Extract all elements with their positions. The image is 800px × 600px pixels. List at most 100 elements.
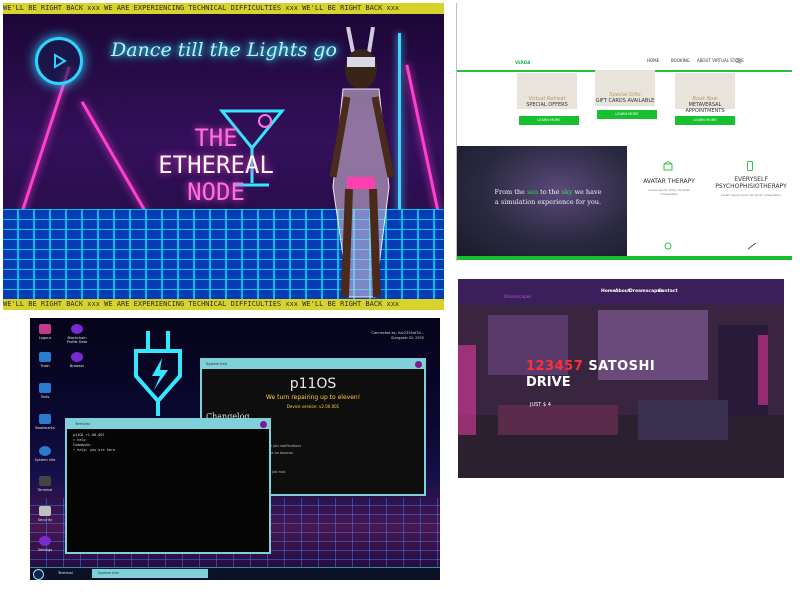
room-illustration xyxy=(458,305,784,478)
desktop-icon-bookmarks[interactable]: Bookmarks xyxy=(30,414,60,430)
connection-status: Connected as: 0xc2350af7b... Stargazer I… xyxy=(372,331,424,341)
window-title: System Info xyxy=(206,362,227,366)
hero-number: 123457 xyxy=(526,359,584,374)
nav-home[interactable]: HOME xyxy=(647,58,659,63)
hero-word: SATOSHI xyxy=(588,359,656,374)
start-button[interactable] xyxy=(33,569,44,580)
desktop-icon-terminal[interactable]: Terminal xyxy=(30,476,60,492)
terminal-line: • help: you are here xyxy=(73,448,116,452)
desktop-icon-security[interactable]: Security xyxy=(30,506,60,522)
search-icon[interactable] xyxy=(735,58,741,64)
os-name: p11OS xyxy=(289,376,337,392)
phone-icon xyxy=(747,161,753,171)
chrome-icon xyxy=(71,352,83,362)
play-button[interactable] xyxy=(35,37,83,85)
price-label: JUST $ 4 xyxy=(530,402,551,408)
sign-line-3: NODE xyxy=(187,178,245,206)
offer-card-label: SPECIAL OFFERS xyxy=(526,102,568,108)
learn-more-button[interactable]: LEARN MORE xyxy=(597,110,657,119)
desktop-icon-label: Trash xyxy=(40,364,50,368)
neon-beam xyxy=(80,100,149,216)
terminal-output[interactable]: p11OS >1.00.001 > help Commands: • help:… xyxy=(67,429,269,457)
desktop-icon-system-info[interactable]: System Info xyxy=(30,446,60,462)
desktop-icon-label: Logout xyxy=(39,336,51,340)
telescope-icon xyxy=(747,242,757,250)
desktop-icon-settings[interactable]: Settings xyxy=(30,536,60,552)
taskbar: Terminal System Info xyxy=(30,567,440,580)
offer-card-text: Virtual Retreat SPECIAL OFFERS xyxy=(512,96,582,108)
ethereal-node-panel: WE'LL BE RIGHT BACK xxx WE ARE EXPERIENC… xyxy=(3,3,444,310)
desktop-icon-logout[interactable]: Logout xyxy=(30,324,60,340)
gift-card-text: Special Gifts GIFT CARDS AVAILABLE xyxy=(590,92,660,104)
space-text-part: From the xyxy=(494,188,525,196)
space-text-highlight: sky xyxy=(561,188,573,196)
desktop-icon-label: Security xyxy=(37,518,53,522)
nav-about[interactable]: About xyxy=(615,289,630,294)
trash-icon xyxy=(39,352,51,362)
terminal-icon xyxy=(39,476,51,486)
lightning-plug-icon xyxy=(134,331,182,416)
desktop-icon-label: System Info xyxy=(34,458,56,462)
feature-desc: Lorem ipsum dolor sit amet consectetur xyxy=(720,193,782,197)
desktop-icon-label: Blockchain Profile Data xyxy=(66,336,88,344)
desktop-icon-label: Settings xyxy=(37,548,53,552)
window-titlebar[interactable]: Terminal xyxy=(67,420,269,429)
sign-line-1: THE xyxy=(194,124,238,152)
satoshi-drive-panel: Dreamscapes Home About Dreamscapes Conta… xyxy=(458,279,784,478)
learn-more-button[interactable]: LEARN MORE xyxy=(675,116,735,125)
desktop-icon-label: Terminal xyxy=(37,488,53,492)
feature-title: EVERYSELF PSYCHOPHISIOTHERAPY xyxy=(715,176,787,190)
folder-icon xyxy=(39,414,51,424)
taskbar-system-info[interactable]: System Info xyxy=(92,569,208,578)
os-version: Device version: v2.00.001 xyxy=(286,404,340,409)
nav-booking[interactable]: BOOKING xyxy=(671,58,690,63)
hero-subtitle-line: DRIVE xyxy=(526,375,571,390)
window-titlebar[interactable]: System Info xyxy=(202,360,424,369)
changelog-line: all job notifications xyxy=(268,444,302,448)
desktop-icon-label: Browser xyxy=(69,364,85,368)
ticker-bottom: WE'LL BE RIGHT BACK xxx WE ARE EXPERIENC… xyxy=(3,299,444,310)
logout-icon xyxy=(39,324,51,334)
feature-title: AVATAR THERAPY xyxy=(643,178,695,185)
desktop-icon-browser[interactable]: Browser xyxy=(62,352,92,368)
nav-contact[interactable]: Contact xyxy=(658,289,678,294)
stargazer-id: Stargazer ID: 2935 xyxy=(391,336,424,340)
play-icon xyxy=(54,53,67,69)
taskbar-terminal[interactable]: Terminal xyxy=(52,569,96,578)
chrome-icon xyxy=(71,324,83,334)
space-text-part: to the xyxy=(540,188,560,196)
sign-line-2: ETHEREAL xyxy=(158,151,274,179)
close-icon[interactable] xyxy=(415,361,422,368)
ethereal-node-sign: THE ETHEREAL NODE xyxy=(141,125,291,206)
gear-icon xyxy=(39,536,51,546)
hero-title: 123457 SATOSHI xyxy=(526,359,655,374)
appointments-card-text: Book Now METAVERSAL APPOINTMENTS xyxy=(670,96,740,114)
desktop-icon-tools[interactable]: Tools xyxy=(30,383,60,399)
avatar-therapy-icon xyxy=(663,161,673,171)
space-hero-text: From the sea to the sky we have a simula… xyxy=(493,187,603,207)
brand-logo[interactable]: Dreamscapes xyxy=(504,294,531,299)
flower-icon xyxy=(664,242,672,250)
close-icon[interactable] xyxy=(260,421,267,428)
desktop-icon-trash[interactable]: Trash xyxy=(30,352,60,368)
window-title: Terminal xyxy=(75,422,90,426)
desktop-icon-label: Tools xyxy=(40,395,50,399)
gift-card-label: GIFT CARDS AVAILABLE xyxy=(595,98,655,104)
folder-icon xyxy=(39,383,51,393)
terminal-window[interactable]: Terminal p11OS >1.00.001 > help Commands… xyxy=(65,418,271,554)
verda-landing-panel: VERDA HOME BOOKING ABOUT VIRTUAL STORE V… xyxy=(456,3,792,261)
avatar-figure xyxy=(329,27,395,298)
ticker-top: WE'LL BE RIGHT BACK xxx WE ARE EXPERIENC… xyxy=(3,3,444,14)
space-text-highlight: sea xyxy=(526,188,539,196)
neon-beam xyxy=(18,66,71,220)
carousel-dots xyxy=(732,465,763,478)
feature-desc: Lorem ipsum dolor sit amet consectetur xyxy=(648,188,690,196)
changelog-line: me on beacon xyxy=(268,451,293,455)
nav-home[interactable]: Home xyxy=(601,289,616,294)
verda-logo[interactable]: VERDA xyxy=(515,60,530,65)
drive-icon xyxy=(39,506,51,516)
p11os-desktop-panel: Logout Trash Tools Bookmarks System Info… xyxy=(30,318,440,580)
desktop-icon-label: Bookmarks xyxy=(35,426,55,430)
desktop-icon-blockchain[interactable]: Blockchain Profile Data xyxy=(62,324,92,344)
learn-more-button[interactable]: LEARN MORE xyxy=(519,116,579,125)
